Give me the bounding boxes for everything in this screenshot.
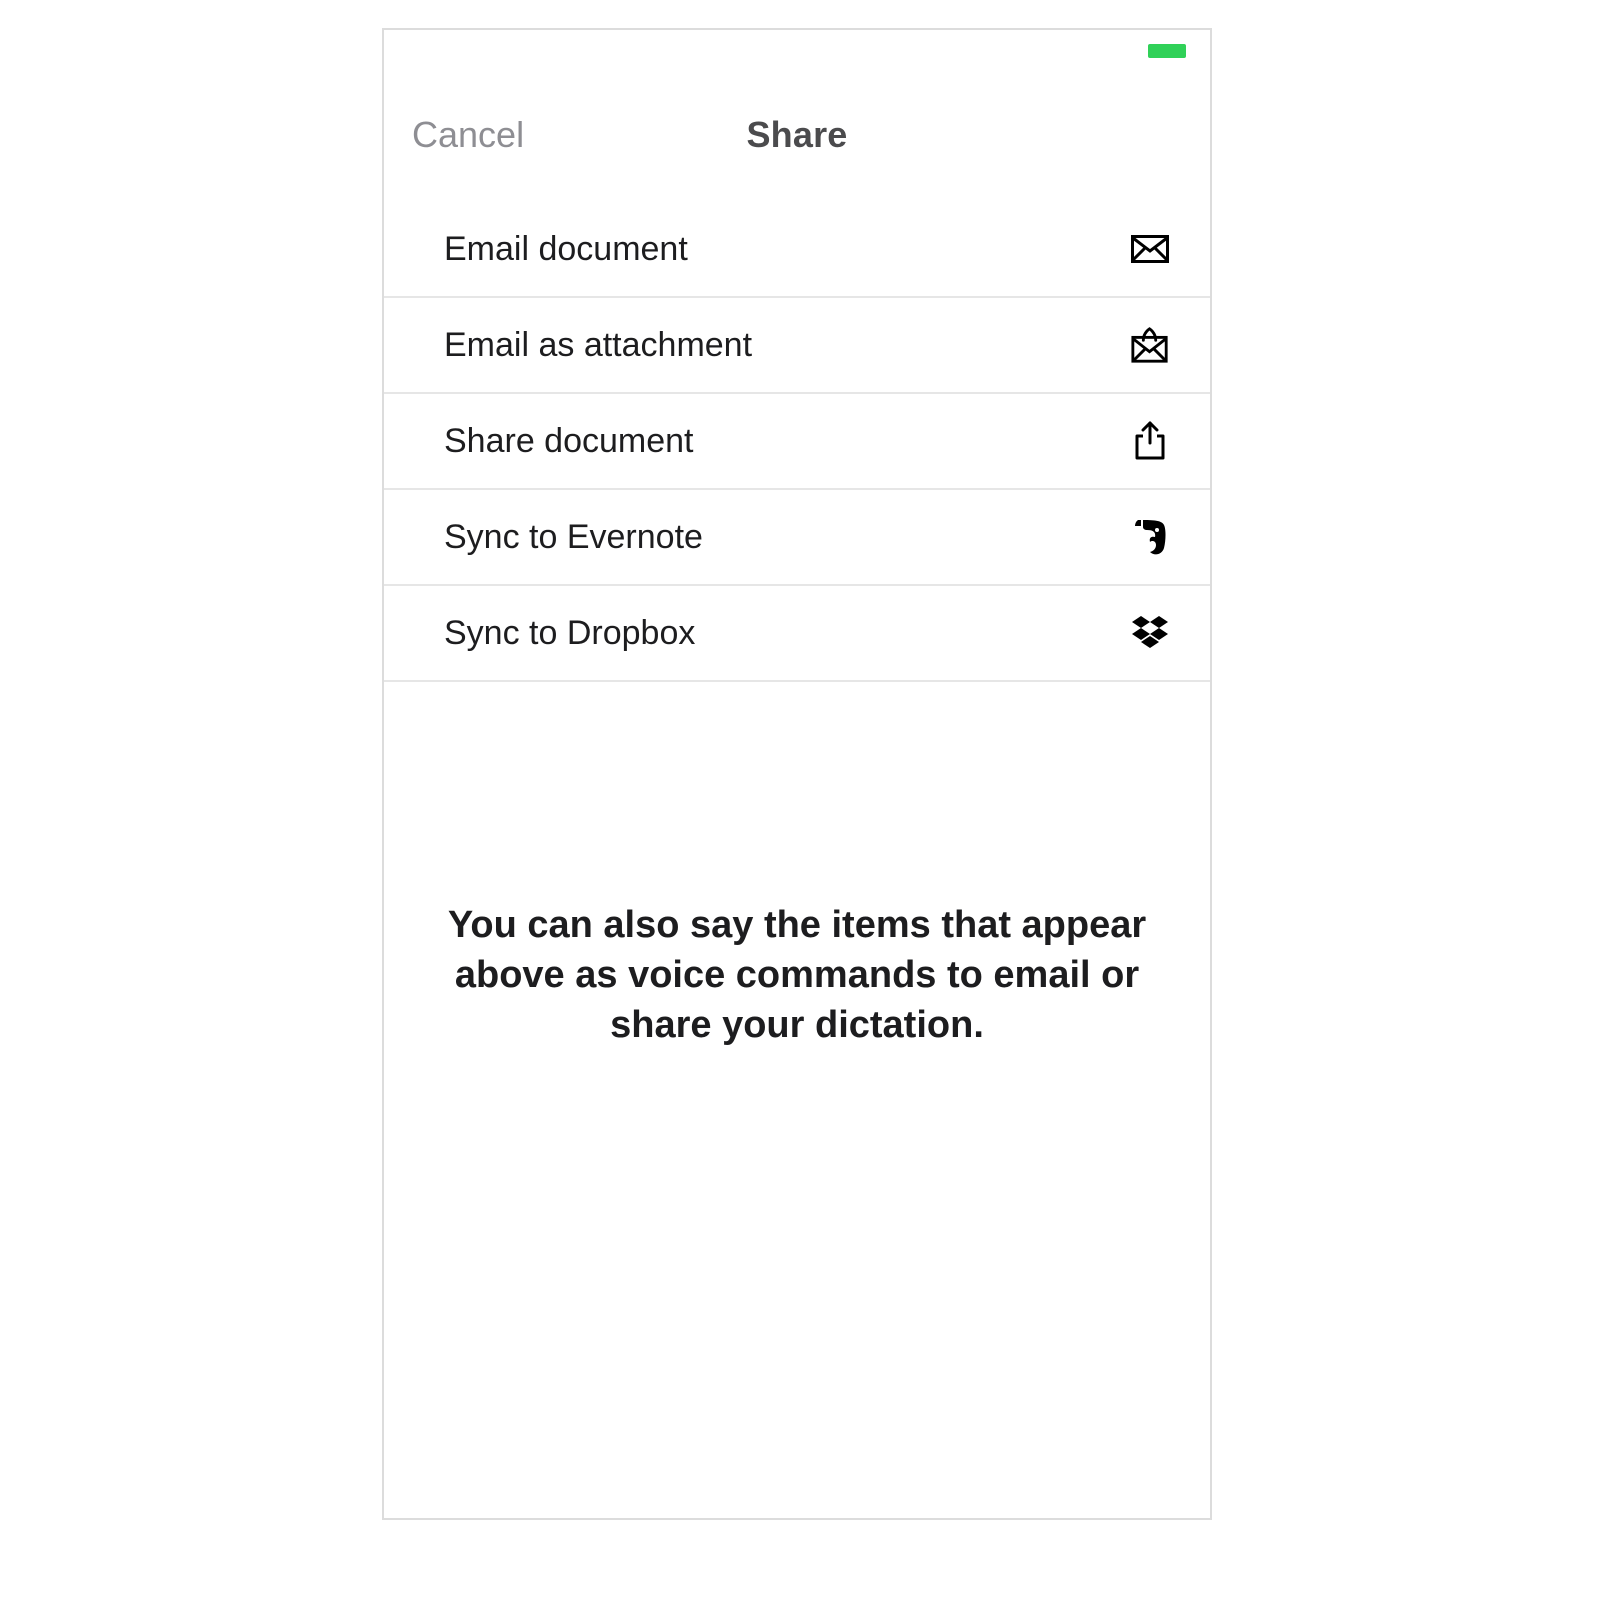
evernote-icon	[1130, 517, 1170, 557]
option-share-document[interactable]: Share document	[384, 394, 1210, 490]
status-indicator	[1148, 44, 1186, 58]
option-email-attachment[interactable]: Email as attachment	[384, 298, 1210, 394]
share-sheet-screen: Cancel Share Email document Email as att…	[382, 28, 1212, 1520]
dropbox-icon	[1130, 613, 1170, 653]
option-label: Email document	[444, 230, 688, 269]
mail-icon	[1130, 229, 1170, 269]
option-sync-evernote[interactable]: Sync to Evernote	[384, 490, 1210, 586]
option-sync-dropbox[interactable]: Sync to Dropbox	[384, 586, 1210, 682]
cancel-button[interactable]: Cancel	[412, 114, 524, 156]
option-label: Sync to Dropbox	[444, 614, 695, 653]
mail-attachment-icon	[1130, 325, 1170, 365]
share-icon	[1130, 421, 1170, 461]
navigation-bar: Cancel Share	[384, 92, 1210, 178]
option-email-document[interactable]: Email document	[384, 202, 1210, 298]
share-options-list: Email document Email as attachment	[384, 202, 1210, 682]
voice-command-hint: You can also say the items that appear a…	[424, 900, 1170, 1050]
page-title: Share	[746, 114, 847, 156]
option-label: Sync to Evernote	[444, 518, 703, 557]
option-label: Email as attachment	[444, 326, 752, 365]
option-label: Share document	[444, 422, 694, 461]
